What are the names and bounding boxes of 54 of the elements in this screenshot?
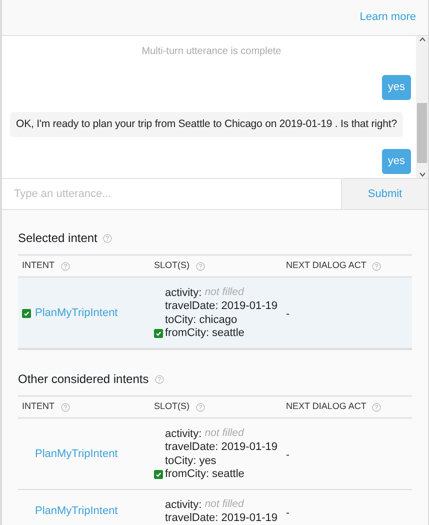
scrollbar-thumb[interactable] <box>417 103 427 163</box>
section-title: Selected intent <box>18 230 98 247</box>
slot-value: seattle <box>212 467 244 482</box>
column-header: NEXT DIALOG ACT <box>286 400 366 414</box>
next-dialog-act: - <box>286 449 290 461</box>
user-message: yes <box>382 75 411 100</box>
column-header: INTENT <box>22 400 54 414</box>
help-icon[interactable] <box>372 262 382 270</box>
slot-name: activity: <box>165 286 202 300</box>
scroll-up-icon[interactable] <box>418 37 426 42</box>
intent-link[interactable]: PlanMyTripIntent <box>35 503 118 520</box>
slot-value: 2019-01-19 <box>221 440 278 455</box>
slot-name: toCity: <box>165 454 196 468</box>
help-icon[interactable] <box>372 402 382 412</box>
slot-name: travelDate: <box>165 440 218 455</box>
help-icon[interactable] <box>154 374 164 384</box>
next-dialog-act: - <box>286 506 290 518</box>
intent-link[interactable]: PlanMyTripIntent <box>35 304 118 322</box>
slot-name: fromCity: <box>165 326 209 341</box>
slot-value: seattle <box>212 326 244 341</box>
utterance-input[interactable]: Type an utterance... <box>2 179 341 209</box>
slot-value: 2019-01-19 <box>221 511 278 525</box>
section-title: Other considered intents <box>18 371 149 388</box>
scrollbar[interactable] <box>416 36 428 178</box>
slot-value: 2019-01-19 <box>221 299 278 314</box>
help-icon[interactable] <box>196 402 205 412</box>
bot-message: OK, I'm ready to plan your trip from Seattle to Chicago on 2019-01-19 . Is that right? <box>10 112 403 138</box>
column-header: NEXT DIALOG ACT <box>286 259 366 272</box>
column-header: SLOT(S) <box>154 400 190 414</box>
learn-more-link[interactable]: Learn more <box>360 9 416 26</box>
intent-link[interactable]: PlanMyTripIntent <box>35 446 118 462</box>
help-icon[interactable] <box>60 402 70 412</box>
status-message: Multi-turn utterance is complete <box>140 45 282 59</box>
slot-name: travelDate: <box>165 299 218 314</box>
slot-value: chicago <box>199 312 238 328</box>
slot-value: yes <box>199 454 216 468</box>
column-header: INTENT <box>22 259 54 272</box>
help-icon[interactable] <box>103 234 112 242</box>
submit-button[interactable]: Submit <box>341 179 428 209</box>
slot-name: toCity: <box>165 312 196 328</box>
user-message: yes <box>382 149 411 174</box>
slot-value: not filled <box>204 496 244 512</box>
column-header: SLOT(S) <box>154 259 190 272</box>
scroll-down-icon[interactable] <box>418 172 426 177</box>
next-dialog-act: - <box>286 308 290 320</box>
help-icon[interactable] <box>196 262 205 270</box>
slot-value: not filled <box>204 426 244 441</box>
slot-name: activity: <box>165 426 202 442</box>
table-row[interactable]: PlanMyTripIntent activity: not filled travelDate: 2019-01-19 toCity: chicago fromCity: seattle - <box>18 278 412 350</box>
slot-value: not filled <box>204 284 244 300</box>
slot-name: fromCity: <box>165 467 209 482</box>
slot-name: activity: <box>165 498 202 512</box>
help-icon[interactable] <box>60 262 70 270</box>
slot-name: travelDate: <box>165 511 218 525</box>
